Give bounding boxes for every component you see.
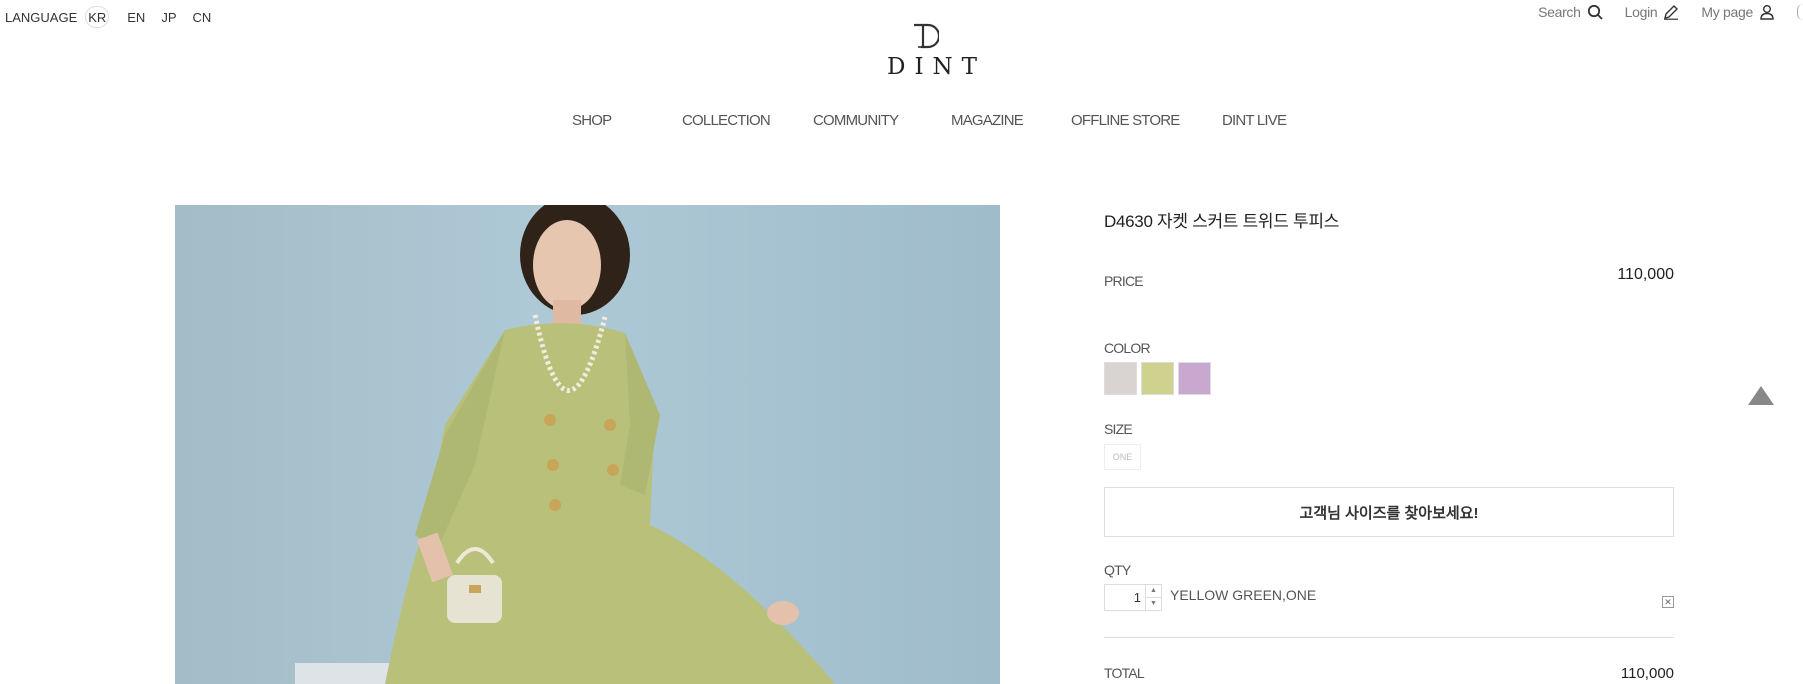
- total-divider: [1104, 637, 1674, 638]
- language-option-kr[interactable]: KR: [85, 6, 110, 28]
- nav-magazine[interactable]: MAGAZINE: [951, 112, 1024, 129]
- qty-down-icon[interactable]: ▼: [1146, 598, 1161, 610]
- remove-option-icon[interactable]: ✕: [1662, 596, 1674, 608]
- total-value: 110,000: [1620, 665, 1674, 682]
- quantity-step-buttons: ▲ ▼: [1145, 585, 1161, 610]
- selected-option-name: YELLOW GREEN,ONE: [1170, 587, 1317, 603]
- quantity-stepper: 1 ▲ ▼: [1104, 584, 1162, 611]
- logo-mark-icon: [914, 23, 939, 49]
- color-label: COLOR: [1104, 340, 1151, 356]
- color-swatch-lavender[interactable]: [1178, 362, 1211, 395]
- nav-collection[interactable]: COLLECTION: [682, 112, 771, 129]
- nav-community[interactable]: COMMUNITY: [813, 112, 899, 129]
- price-value: 110,000: [1617, 266, 1674, 283]
- brand-logo[interactable]: DINT: [878, 22, 986, 80]
- language-label: LANGUAGE: [5, 9, 78, 25]
- price-label: PRICE: [1104, 273, 1144, 289]
- nav-shop[interactable]: SHOP: [572, 112, 612, 129]
- product-photo-illustration: [295, 205, 835, 684]
- qty-up-icon[interactable]: ▲: [1146, 585, 1161, 598]
- product-detail: D4630 자켓 스커트 트위드 투피스 PRICE 110,000 COLOR…: [1104, 0, 1674, 684]
- language-option-jp[interactable]: JP: [161, 10, 176, 25]
- size-label: SIZE: [1104, 421, 1133, 437]
- mypage-label: My page: [1701, 4, 1753, 20]
- color-swatch-gray[interactable]: [1104, 362, 1137, 395]
- mypage-link[interactable]: My page: [1701, 4, 1775, 20]
- product-image[interactable]: [175, 205, 1000, 684]
- find-size-button[interactable]: 고객님 사이즈를 찾아보세요!: [1104, 487, 1674, 537]
- total-label: TOTAL: [1104, 665, 1145, 681]
- user-icon: [1760, 5, 1774, 20]
- qty-label: QTY: [1104, 562, 1131, 578]
- language-option-en[interactable]: EN: [127, 10, 145, 25]
- product-title: D4630 자켓 스커트 트위드 투피스: [1104, 212, 1340, 231]
- size-option-one[interactable]: ONE: [1104, 444, 1141, 470]
- language-option-cn[interactable]: CN: [192, 10, 211, 25]
- brand-wordmark: DINT: [887, 54, 986, 80]
- cart-edge[interactable]: [1797, 4, 1803, 20]
- color-swatch-yellow-green[interactable]: [1141, 362, 1174, 395]
- scroll-top-icon[interactable]: [1748, 386, 1774, 405]
- language-selector: LANGUAGE KR EN JP CN: [5, 6, 227, 28]
- quantity-input[interactable]: 1: [1105, 585, 1145, 610]
- color-swatches: [1104, 362, 1215, 395]
